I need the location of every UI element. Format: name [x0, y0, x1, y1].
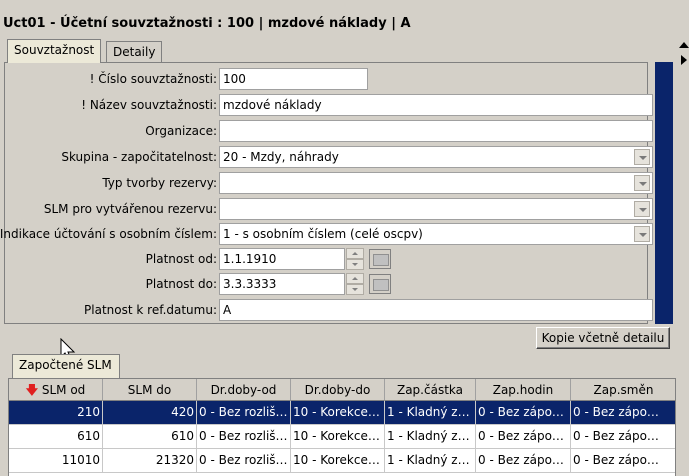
column-header-dr-doby-do[interactable]: Dr.doby-do	[291, 379, 385, 401]
tab-label: Detaily	[113, 45, 156, 59]
table-row[interactable]: 210 420 0 - Bez rozliš… 10 - Korekce… 1 …	[9, 401, 675, 425]
table-row[interactable]: 610 610 0 - Bez rozliš… 10 - Korekce… 1 …	[9, 425, 675, 449]
nazev-input[interactable]: mzdové náklady	[219, 94, 653, 116]
cell-dr-doby-od: 0 - Bez rozliš…	[197, 425, 291, 449]
cell-zap-castka: 1 - Kladný z…	[385, 425, 476, 449]
tab-detaily[interactable]: Detaily	[106, 41, 163, 62]
tab-label: Souvztažnost	[14, 43, 95, 57]
indikace-select[interactable]: 1 - s osobním číslem (celé oscpv)	[219, 223, 653, 245]
label-skupina: Skupina - započitatelnost:	[61, 150, 217, 164]
skupina-select[interactable]: 20 - Mzdy, náhrady	[219, 146, 653, 168]
side-strip	[655, 62, 673, 324]
cell-zap-smen: 0 - Bez zápo…	[571, 425, 675, 449]
calendar-icon[interactable]	[369, 249, 391, 269]
platnost-do-input[interactable]: 3.3.3333	[219, 273, 345, 295]
calendar-icon[interactable]	[369, 274, 391, 294]
label-organizace: Organizace:	[145, 124, 217, 138]
cell-slm-do: 420	[103, 401, 197, 425]
spin-up-icon[interactable]	[346, 273, 364, 284]
scroll-right-arrow-icon[interactable]	[681, 55, 687, 65]
cell-zap-hodin: 0 - Bez zápo…	[476, 449, 571, 473]
column-header-zap-castka[interactable]: Zap.částka	[385, 379, 476, 401]
tab-souvztaznost[interactable]: Souvztažnost	[7, 39, 102, 63]
typ-tvorby-select[interactable]	[219, 172, 653, 194]
cell-slm-do: 21320	[103, 449, 197, 473]
column-header-zap-hodin[interactable]: Zap.hodin	[476, 379, 571, 401]
cell-dr-doby-od: 0 - Bez rozliš…	[197, 401, 291, 425]
skupina-value: 20 - Mzdy, náhrady	[223, 150, 339, 164]
cell-zap-hodin: 0 - Bez zápo…	[476, 425, 571, 449]
cell-slm-od: 610	[9, 425, 103, 449]
platnost-od-spinner[interactable]	[346, 248, 364, 270]
cell-slm-od: 11010	[9, 449, 103, 473]
tab-label: Započtené SLM	[19, 358, 112, 372]
label-platnost-ref: Platnost k ref.datumu:	[84, 303, 217, 317]
cell-zap-hodin: 0 - Bez zápo…	[476, 401, 571, 425]
label-nazev: ! Název souvztažnosti:	[81, 98, 217, 112]
grid-header: 🡇 SLM od SLM do Dr.doby-od Dr.doby-do Za…	[9, 379, 675, 401]
tab-zapoctene-slm[interactable]: Započtené SLM	[12, 354, 120, 378]
cell-zap-castka: 1 - Kladný z…	[385, 449, 476, 473]
cell-dr-doby-do: 10 - Korekce…	[291, 425, 385, 449]
cell-zap-castka: 1 - Kladný z…	[385, 401, 476, 425]
column-header-zap-smen[interactable]: Zap.směn	[571, 379, 675, 401]
slm-grid[interactable]: 🡇 SLM od SLM do Dr.doby-od Dr.doby-do Za…	[8, 378, 676, 476]
label-slm-rezerva: SLM pro vytvářenou rezervu:	[43, 202, 217, 216]
cell-dr-doby-od: 0 - Bez rozliš…	[197, 449, 291, 473]
scroll-up-arrow-icon[interactable]	[679, 42, 689, 48]
column-header-slm-do[interactable]: SLM do	[103, 379, 197, 401]
spin-down-icon[interactable]	[346, 259, 364, 270]
cell-slm-od: 210	[9, 401, 103, 425]
slm-rezerva-select[interactable]	[219, 198, 653, 220]
cell-slm-do: 610	[103, 425, 197, 449]
cell-zap-smen: 0 - Bez zápo…	[571, 449, 675, 473]
label-cislo: ! Číslo souvztažnosti:	[89, 72, 217, 86]
column-header-slm-od[interactable]: 🡇 SLM od	[9, 379, 103, 401]
column-header-label: SLM od	[41, 383, 86, 397]
cell-zap-smen: 0 - Bez zápo…	[571, 401, 675, 425]
sort-desc-icon: 🡇	[25, 383, 39, 397]
chevron-down-icon[interactable]	[634, 226, 650, 242]
platnost-do-spinner[interactable]	[346, 273, 364, 295]
label-indikace: Indikace účtování s osobním číslem:	[0, 227, 217, 241]
window-title: Uct01 - Účetní souvztažnosti : 100 | mzd…	[3, 16, 411, 31]
label-platnost-od: Platnost od:	[145, 252, 217, 266]
chevron-down-icon[interactable]	[634, 175, 650, 191]
indikace-value: 1 - s osobním číslem (celé oscpv)	[223, 227, 423, 241]
chevron-down-icon[interactable]	[634, 149, 650, 165]
kopie-vcetne-detailu-button[interactable]: Kopie včetně detailu	[536, 327, 670, 349]
chevron-down-icon[interactable]	[634, 201, 650, 217]
column-header-dr-doby-od[interactable]: Dr.doby-od	[197, 379, 291, 401]
platnost-ref-input[interactable]: A	[219, 299, 653, 321]
organizace-input[interactable]	[219, 120, 653, 142]
cell-dr-doby-do: 10 - Korekce…	[291, 449, 385, 473]
label-typ-tvorby: Typ tvorby rezervy:	[102, 176, 217, 190]
label-platnost-do: Platnost do:	[145, 277, 217, 291]
spin-down-icon[interactable]	[346, 284, 364, 295]
table-row[interactable]: 11010 21320 0 - Bez rozliš… 10 - Korekce…	[9, 449, 675, 473]
cislo-input[interactable]: 100	[219, 68, 368, 90]
cell-dr-doby-do: 10 - Korekce…	[291, 401, 385, 425]
spin-up-icon[interactable]	[346, 248, 364, 259]
platnost-od-input[interactable]: 1.1.1910	[219, 248, 345, 270]
